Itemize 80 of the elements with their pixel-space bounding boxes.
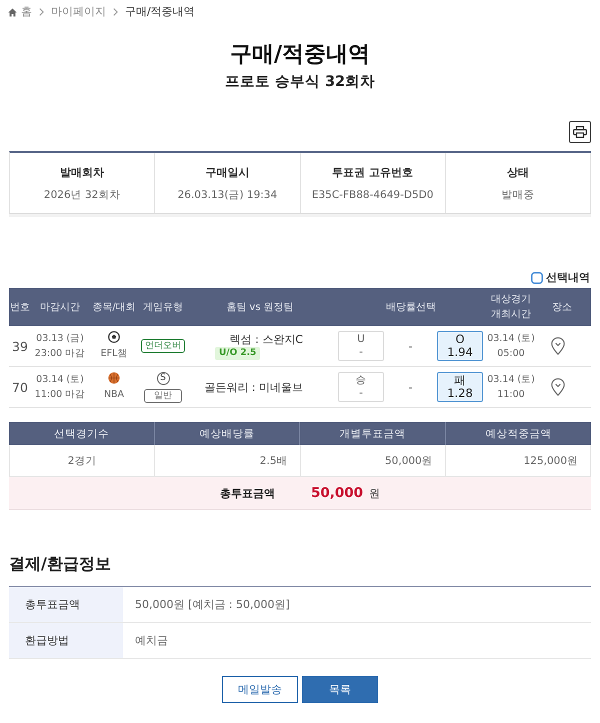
team-names: 렉섬 : 스완지C: [230, 332, 303, 347]
game-type-tag: 일반: [144, 388, 182, 402]
league-name: EFL챔: [100, 347, 128, 361]
game-type-tag: 언더오버: [141, 339, 185, 353]
info-value: 2026년 32회차: [44, 188, 120, 203]
game-mark: S: [156, 372, 170, 384]
location-pin-icon: [551, 337, 565, 355]
venue-button[interactable]: [551, 378, 565, 396]
page-title: 구매/적중내역: [230, 41, 370, 69]
deadline-time: 11:00 마감: [34, 388, 86, 402]
info-title: 발매회차: [60, 165, 104, 181]
deadline-date: 03.13 (금): [36, 332, 84, 346]
summary-cell: 2경기: [10, 445, 156, 476]
chevron-right-icon: [39, 8, 44, 16]
send-mail-button[interactable]: 메일발송: [222, 676, 298, 703]
odds-label: 패: [454, 374, 466, 387]
venue-button[interactable]: [551, 337, 565, 355]
total-label: 총투표금액: [220, 486, 275, 500]
info-title: 상태: [506, 165, 529, 181]
info-label: 총투표금액: [9, 587, 123, 622]
column-header: 게임유형: [143, 300, 183, 314]
odds-value: -: [359, 346, 363, 359]
odds-empty: -: [408, 340, 414, 352]
printer-icon: [573, 126, 587, 138]
print-button[interactable]: [569, 121, 591, 143]
match-time: 05:00: [497, 347, 525, 361]
handicap-tag: U/O 2.5: [215, 347, 260, 360]
chevron-right-icon: [113, 8, 118, 16]
match-time: 11:00: [497, 388, 525, 402]
info-value: 50,000원 [예치금 : 50,000원]: [134, 597, 291, 613]
game-number: 39: [12, 338, 28, 354]
summary-cell: 2.5배: [155, 445, 300, 476]
total-amount: 50,000: [310, 485, 364, 501]
odds-label: U: [357, 333, 365, 346]
list-button[interactable]: 목록: [302, 676, 378, 703]
summary-cell: 125,000원: [446, 445, 591, 476]
match-date: 03.14 (토): [487, 332, 535, 346]
column-header: 마감시간: [40, 300, 80, 314]
info-value: 발매중: [501, 188, 534, 203]
column-header: 선택경기수: [54, 426, 109, 440]
deadline-date: 03.14 (토): [36, 373, 84, 387]
column-header: 종목/대회: [92, 300, 136, 314]
column-header: 장소: [552, 300, 572, 314]
page-subtitle: 프로토 승부식 32회차: [224, 73, 376, 92]
info-value: 예치금: [134, 633, 169, 649]
odds-value: 1.28: [447, 387, 473, 400]
summary-cell: 50,000원: [300, 445, 446, 476]
checkbox-icon[interactable]: [531, 272, 543, 284]
odds-label: 승: [356, 374, 366, 387]
match-date: 03.14 (토): [487, 373, 535, 387]
odds-value: 1.94: [447, 346, 473, 359]
selection-toggle[interactable]: 선택내역: [531, 271, 590, 285]
column-header: 예상적중금액: [485, 426, 552, 440]
info-value: 26.03.13(금) 19:34: [178, 188, 278, 203]
column-header: 예상배당률: [199, 426, 254, 440]
odds-value: -: [359, 387, 363, 400]
home-icon: [8, 8, 17, 16]
column-header: 개별투표금액: [339, 426, 406, 440]
column-header: 대상경기 개최시간: [490, 293, 532, 322]
odds-label: O: [455, 333, 465, 346]
deadline-time: 23:00 마감: [34, 347, 86, 361]
league-name: NBA: [104, 388, 124, 402]
basketball-icon: [108, 372, 120, 384]
column-header: 홈팀 vs 원정팀: [226, 300, 294, 314]
team-names: 골든워리 : 미네울브: [204, 380, 303, 394]
section-title: 결제/환급정보: [9, 553, 111, 575]
breadcrumb-link[interactable]: 홈: [8, 5, 32, 19]
breadcrumb-link[interactable]: 마이페이지: [51, 5, 106, 19]
info-label: 환급방법: [9, 623, 123, 658]
location-pin-icon: [551, 378, 565, 396]
info-value: E35C-FB88-4649-D5D0: [312, 188, 434, 203]
column-header: 번호: [10, 300, 30, 314]
odds-empty: -: [408, 380, 414, 394]
game-number: 70: [12, 380, 28, 394]
info-title: 투표권 고유번호: [332, 165, 414, 181]
column-header: 배당률선택: [386, 300, 436, 314]
currency-unit: 원: [369, 486, 380, 500]
soccer-ball-icon: [108, 331, 120, 343]
breadcrumb-link[interactable]: 구매/적중내역: [125, 5, 195, 19]
info-title: 구매일시: [205, 165, 250, 181]
